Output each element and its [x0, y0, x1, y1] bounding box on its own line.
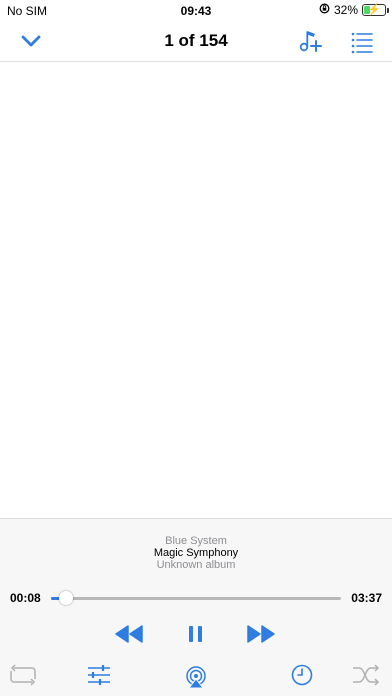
queue-list-icon[interactable] — [349, 28, 375, 54]
battery-percent: 32% — [333, 3, 358, 17]
elapsed-time: 00:08 — [10, 591, 41, 605]
album-artwork — [0, 62, 392, 518]
battery-icon: ⚡ — [362, 4, 389, 16]
track-title: Magic Symphony — [153, 547, 239, 559]
nav-bar: 1 of 154 — [0, 20, 392, 62]
page-title: 1 of 154 — [164, 31, 228, 50]
duration-time: 03:37 — [351, 591, 382, 605]
fast-forward-icon[interactable] — [246, 623, 276, 650]
charging-icon: ⚡ — [367, 4, 381, 16]
shuffle-icon[interactable] — [351, 663, 381, 692]
timer-icon[interactable] — [290, 663, 314, 692]
airplay-icon[interactable] — [183, 665, 209, 694]
progress-slider[interactable] — [51, 591, 341, 605]
artist-name: Blue System — [165, 535, 227, 547]
status-right: 32% ⚡ — [319, 3, 389, 17]
rewind-icon[interactable] — [114, 623, 144, 650]
status-bar: No SIM 09:43 32% ⚡ — [0, 0, 392, 20]
player-panel: Blue System Magic Symphony Unknown album… — [0, 518, 392, 696]
bottom-toolbar — [0, 659, 392, 696]
add-music-icon[interactable] — [297, 28, 323, 54]
equalizer-icon[interactable] — [86, 663, 112, 692]
repeat-icon[interactable] — [8, 663, 38, 692]
progress-thumb[interactable] — [58, 591, 73, 605]
orientation-lock-icon — [319, 3, 330, 17]
pause-icon[interactable] — [185, 623, 207, 650]
album-name: Unknown album — [156, 559, 236, 571]
